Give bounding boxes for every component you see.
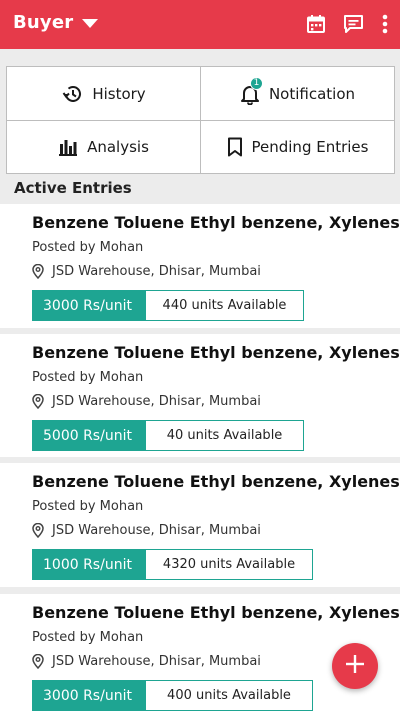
app-bar: Buyer bbox=[0, 0, 400, 49]
entry-price: 3000 Rs/unit bbox=[33, 681, 146, 710]
entry-title: Benzene Toluene Ethyl benzene, Xylenes, bbox=[32, 213, 400, 232]
entry-location: JSD Warehouse, Dhisar, Mumbai bbox=[32, 523, 261, 538]
entry-price-box: 5000 Rs/unit 40 units Available bbox=[32, 420, 304, 451]
entry-price: 1000 Rs/unit bbox=[33, 550, 146, 579]
entry-location: JSD Warehouse, Dhisar, Mumbai bbox=[32, 264, 261, 279]
chevron-down-icon bbox=[82, 19, 99, 28]
entry-availability: 4320 units Available bbox=[162, 557, 296, 572]
more-vertical-icon[interactable] bbox=[374, 13, 396, 35]
entry-title: Benzene Toluene Ethyl benzene, Xylenes, bbox=[32, 343, 400, 362]
entry-posted-by: Posted by Mohan bbox=[32, 630, 144, 645]
entry-posted-by: Posted by Mohan bbox=[32, 370, 144, 385]
entry-availability: 440 units Available bbox=[162, 298, 287, 313]
entry-card[interactable]: Benzene Toluene Ethyl benzene, Xylenes, … bbox=[0, 463, 400, 587]
location-pin-icon bbox=[32, 394, 44, 409]
calendar-icon[interactable] bbox=[305, 13, 327, 35]
entry-location-text: JSD Warehouse, Dhisar, Mumbai bbox=[52, 264, 261, 279]
entry-location: JSD Warehouse, Dhisar, Mumbai bbox=[32, 654, 261, 669]
entry-posted-by: Posted by Mohan bbox=[32, 499, 144, 514]
pending-entries-label: Pending Entries bbox=[251, 138, 369, 156]
add-entry-button[interactable] bbox=[332, 643, 378, 689]
notification-button[interactable]: 1 Notification bbox=[201, 67, 394, 120]
entry-location: JSD Warehouse, Dhisar, Mumbai bbox=[32, 394, 261, 409]
bell-icon: 1 bbox=[240, 76, 263, 105]
entry-price-box: 3000 Rs/unit 400 units Available bbox=[32, 680, 313, 711]
entry-price: 3000 Rs/unit bbox=[33, 291, 146, 320]
entry-price: 5000 Rs/unit bbox=[33, 421, 146, 450]
entry-title: Benzene Toluene Ethyl benzene, Xylenes, bbox=[32, 472, 400, 491]
history-icon bbox=[61, 84, 83, 104]
entry-posted-by: Posted by Mohan bbox=[32, 240, 144, 255]
entry-price-box: 1000 Rs/unit 4320 units Available bbox=[32, 549, 313, 580]
notification-badge: 1 bbox=[249, 76, 263, 90]
bar-chart-icon bbox=[58, 138, 78, 156]
entry-price-box: 3000 Rs/unit 440 units Available bbox=[32, 290, 304, 321]
entry-availability: 40 units Available bbox=[166, 428, 283, 443]
role-label: Buyer bbox=[13, 12, 74, 33]
section-title: Active Entries bbox=[14, 179, 132, 197]
quick-menu-grid: History 1 Notification Analysis Pending … bbox=[6, 66, 395, 174]
pending-entries-button[interactable]: Pending Entries bbox=[201, 121, 394, 173]
entry-location-text: JSD Warehouse, Dhisar, Mumbai bbox=[52, 654, 261, 669]
entry-card[interactable]: Benzene Toluene Ethyl benzene, Xylenes, … bbox=[0, 334, 400, 457]
analysis-button[interactable]: Analysis bbox=[7, 121, 200, 173]
plus-icon bbox=[345, 654, 365, 678]
entry-title: Benzene Toluene Ethyl benzene, Xylenes, bbox=[32, 603, 400, 622]
history-label: History bbox=[92, 84, 146, 103]
entry-availability: 400 units Available bbox=[167, 688, 291, 703]
role-dropdown[interactable]: Buyer bbox=[13, 12, 99, 33]
analysis-label: Analysis bbox=[87, 138, 149, 156]
entry-location-text: JSD Warehouse, Dhisar, Mumbai bbox=[52, 394, 261, 409]
bookmark-icon bbox=[227, 137, 243, 157]
entry-card[interactable]: Benzene Toluene Ethyl benzene, Xylenes, … bbox=[0, 204, 400, 328]
history-button[interactable]: History bbox=[7, 67, 200, 120]
location-pin-icon bbox=[32, 264, 44, 279]
location-pin-icon bbox=[32, 654, 44, 669]
chat-icon[interactable] bbox=[342, 13, 364, 35]
entry-location-text: JSD Warehouse, Dhisar, Mumbai bbox=[52, 523, 261, 538]
notification-label: Notification bbox=[268, 84, 356, 103]
location-pin-icon bbox=[32, 523, 44, 538]
